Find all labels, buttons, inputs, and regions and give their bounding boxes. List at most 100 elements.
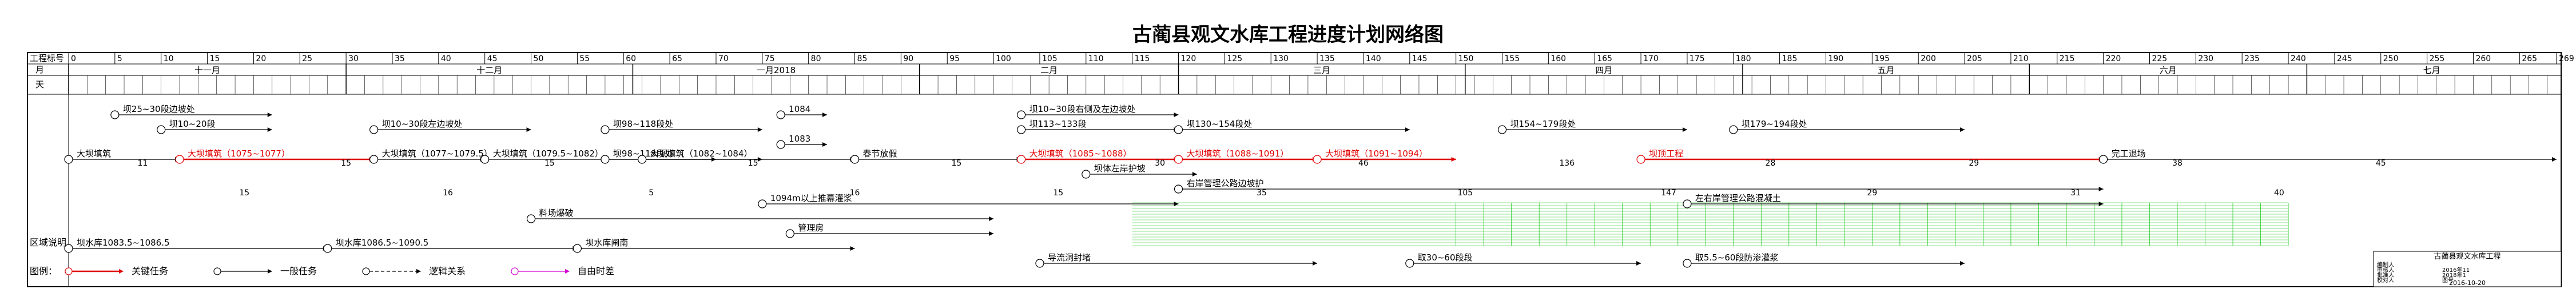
task-node: [1683, 199, 1692, 208]
legend-node: [213, 267, 221, 275]
task-label: 大坝填筑（1079.5~1082）: [493, 148, 603, 159]
task-node: [323, 244, 332, 253]
day-tick-label: 269: [2559, 54, 2574, 63]
month-label: 二月: [1040, 65, 1058, 75]
task-node: [1017, 110, 1026, 119]
day-tick-label: 120: [1181, 54, 1196, 63]
task-label: 坝25~30段边坡处: [123, 104, 195, 114]
task-label: 坝179~194段处: [1742, 119, 1807, 129]
day-tick-label: 185: [1782, 54, 1798, 63]
day-tick-label: 70: [718, 54, 729, 63]
day-tick-label: 165: [1597, 54, 1612, 63]
duration-label: 15: [544, 159, 555, 168]
day-tick-label: 55: [579, 54, 590, 63]
task-label: 坝113~133段: [1029, 119, 1087, 129]
task-label: 春节放假: [863, 148, 897, 159]
duration-label: 35: [1257, 188, 1267, 198]
duration-label: 16: [850, 188, 860, 198]
day-tick-label: 155: [1505, 54, 1520, 63]
task-label: 完工退场: [2112, 148, 2146, 159]
day-tick-label: 125: [1227, 54, 1242, 63]
day-tick-label: 65: [672, 54, 682, 63]
day-tick-label: 180: [1736, 54, 1751, 63]
task-node: [1174, 184, 1183, 194]
day-tick-label: 105: [1042, 54, 1058, 63]
duration-label: 15: [239, 188, 249, 198]
legend-title: 图例：: [30, 266, 57, 276]
task-arrowhead: [757, 127, 762, 132]
duration-label: 15: [341, 159, 351, 168]
title-block-row-label: 校对人: [2377, 276, 2394, 284]
task-node: [1017, 155, 1026, 164]
task-label: 坝水库1083.5~1086.5: [77, 238, 170, 248]
duration-label: 30: [1155, 159, 1165, 168]
task-node: [110, 110, 120, 119]
duration-label: 46: [1358, 159, 1369, 168]
day-tick-label: 135: [1319, 54, 1335, 63]
day-tick-label: 255: [2430, 54, 2445, 63]
task-node: [157, 125, 166, 134]
task-arrowhead: [1405, 127, 1410, 132]
task-label: 右岸管理公路边坡护: [1187, 178, 1264, 188]
task-arrowhead: [1682, 127, 1687, 132]
task-arrowhead: [1313, 261, 1318, 266]
task-arrowhead: [1192, 172, 1197, 176]
day-tick-label: 235: [2244, 54, 2260, 63]
task-arrowhead: [1174, 113, 1179, 117]
task-node: [1035, 259, 1044, 268]
legend-arrowhead: [268, 269, 272, 274]
month-label: 七月: [2423, 65, 2440, 75]
task-node: [1082, 170, 1091, 179]
day-tick-label: 50: [534, 54, 544, 63]
task-node: [850, 155, 860, 164]
task-arrowhead: [822, 142, 828, 147]
task-arrowhead: [1451, 157, 1456, 162]
month-label: 十二月: [476, 65, 502, 75]
task-label: 坝130~154段处: [1187, 119, 1253, 129]
duration-label: 15: [1053, 188, 1063, 198]
day-tick-label: 40: [441, 54, 451, 63]
legend: 图例： 关键任务 一般任务 逻辑关系 自由时差: [30, 266, 614, 276]
legend-arrowhead: [416, 269, 421, 274]
task-node: [526, 214, 536, 223]
task-label: 大坝填筑（1088~1091）: [1187, 148, 1289, 159]
task-label: 坝顶工程: [1649, 148, 1683, 159]
day-tick-label: 115: [1135, 54, 1150, 63]
day-tick-label: 265: [2522, 54, 2537, 63]
day-tick-label: 240: [2291, 54, 2306, 63]
task-node: [573, 244, 582, 253]
task-node: [758, 199, 767, 208]
day-tick-label: 0: [71, 54, 76, 63]
task-arrowhead: [267, 127, 272, 132]
day-tick-label: 260: [2475, 54, 2491, 63]
day-tick-label: 35: [395, 54, 405, 63]
legend-node: [362, 267, 370, 275]
task-label: 坝10~30段右侧及左边坡处: [1029, 104, 1136, 114]
task-arrowhead: [989, 216, 994, 221]
day-tick-label: 200: [1921, 54, 1936, 63]
month-label: 一月2018: [757, 65, 796, 75]
day-tick-label: 160: [1551, 54, 1566, 63]
task-node: [776, 110, 785, 119]
task-label: 料场爆破: [539, 208, 574, 218]
task-node: [785, 229, 794, 238]
task-node: [1313, 155, 1322, 164]
day-tick-label: 20: [256, 54, 266, 63]
month-label: 十一月: [194, 65, 220, 75]
task-node: [638, 155, 647, 164]
task-label: 坝水库闸南: [585, 238, 628, 248]
month-label: 六月: [2160, 65, 2177, 75]
day-tick-label: 10: [164, 54, 174, 63]
legend-arrowhead: [565, 269, 570, 274]
legend-label: 自由时差: [578, 266, 614, 276]
day-tick-label: 5: [117, 54, 122, 63]
day-tick-label: 140: [1366, 54, 1381, 63]
duration-label: 16: [443, 188, 453, 198]
task-label: 1094m以上推幕灌浆: [770, 193, 852, 203]
task-node: [1683, 259, 1692, 268]
task-node: [369, 155, 379, 164]
task-node: [175, 155, 184, 164]
task-label: 取30~60段段: [1418, 252, 1473, 263]
task-arrowhead: [850, 246, 855, 251]
task-node: [1405, 259, 1414, 268]
